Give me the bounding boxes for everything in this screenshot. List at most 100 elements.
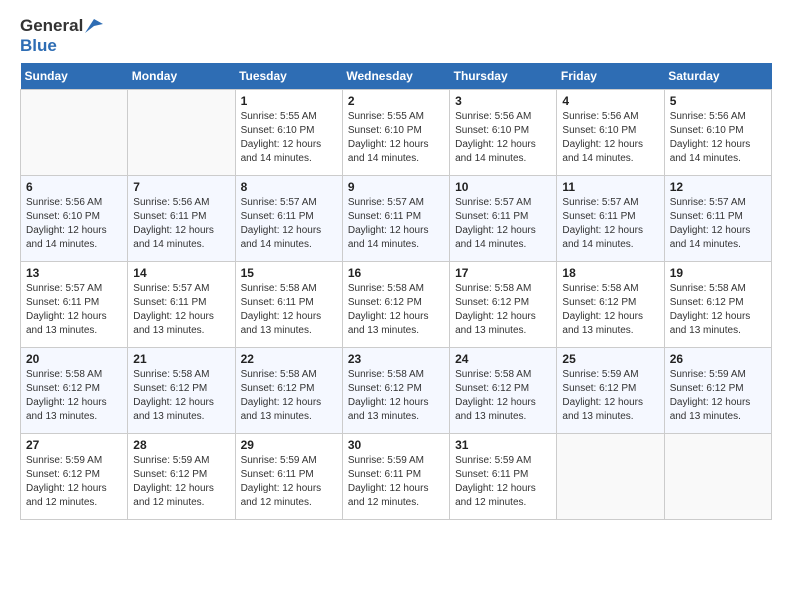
week-row-5: 27 Sunrise: 5:59 AMSunset: 6:12 PMDayligh… — [21, 434, 772, 520]
day-number: 14 — [133, 266, 229, 280]
day-cell-13: 13 Sunrise: 5:57 AMSunset: 6:11 PMDayligh… — [21, 262, 128, 348]
day-cell-1: 1Sunrise: 5:55 AMSunset: 6:10 PMDaylight… — [235, 90, 342, 176]
day-info: Sunrise: 5:58 AMSunset: 6:12 PMDaylight:… — [348, 282, 444, 338]
day-info: Sunrise: 5:57 AMSunset: 6:11 PMDaylight:… — [670, 196, 766, 252]
day-cell-30: 30 Sunrise: 5:59 AMSunset: 6:11 PMDayligh… — [342, 434, 449, 520]
header: General Blue — [20, 16, 772, 55]
day-cell-14: 14 Sunrise: 5:57 AMSunset: 6:11 PMDayligh… — [128, 262, 235, 348]
day-info: Sunrise: 5:58 AMSunset: 6:12 PMDaylight:… — [133, 368, 229, 424]
day-number: 31 — [455, 438, 551, 452]
day-info: Sunrise: 5:57 AMSunset: 6:11 PMDaylight:… — [26, 282, 122, 338]
day-info: Sunrise: 5:59 AMSunset: 6:11 PMDaylight:… — [241, 454, 337, 510]
day-cell-15: 15Sunrise: 5:58 AMSunset: 6:11 PMDayligh… — [235, 262, 342, 348]
day-cell-9: 9 Sunrise: 5:57 AMSunset: 6:11 PMDaylight… — [342, 176, 449, 262]
weekday-header-friday: Friday — [557, 63, 664, 90]
day-info: Sunrise: 5:59 AMSunset: 6:11 PMDaylight:… — [348, 454, 444, 510]
day-number: 7 — [133, 180, 229, 194]
day-cell-18: 18 Sunrise: 5:58 AMSunset: 6:12 PMDayligh… — [557, 262, 664, 348]
day-cell-2: 2 Sunrise: 5:55 AMSunset: 6:10 PMDaylight… — [342, 90, 449, 176]
day-info: Sunrise: 5:58 AMSunset: 6:12 PMDaylight:… — [455, 368, 551, 424]
day-number: 15 — [241, 266, 337, 280]
day-number: 13 — [26, 266, 122, 280]
day-number: 30 — [348, 438, 444, 452]
day-number: 28 — [133, 438, 229, 452]
day-number: 27 — [26, 438, 122, 452]
day-number: 26 — [670, 352, 766, 366]
empty-cell — [128, 90, 235, 176]
day-number: 17 — [455, 266, 551, 280]
weekday-header-saturday: Saturday — [664, 63, 771, 90]
day-cell-7: 7 Sunrise: 5:56 AMSunset: 6:11 PMDaylight… — [128, 176, 235, 262]
logo: General Blue — [20, 16, 103, 55]
week-row-3: 13 Sunrise: 5:57 AMSunset: 6:11 PMDayligh… — [21, 262, 772, 348]
week-row-4: 20 Sunrise: 5:58 AMSunset: 6:12 PMDayligh… — [21, 348, 772, 434]
day-number: 19 — [670, 266, 766, 280]
week-row-2: 6Sunrise: 5:56 AMSunset: 6:10 PMDaylight… — [21, 176, 772, 262]
day-info: Sunrise: 5:57 AMSunset: 6:11 PMDaylight:… — [455, 196, 551, 252]
weekday-header-monday: Monday — [128, 63, 235, 90]
day-cell-5: 5 Sunrise: 5:56 AMSunset: 6:10 PMDaylight… — [664, 90, 771, 176]
day-cell-24: 24Sunrise: 5:58 AMSunset: 6:12 PMDayligh… — [450, 348, 557, 434]
day-info: Sunrise: 5:58 AMSunset: 6:12 PMDaylight:… — [455, 282, 551, 338]
day-cell-6: 6Sunrise: 5:56 AMSunset: 6:10 PMDaylight… — [21, 176, 128, 262]
day-info: Sunrise: 5:56 AMSunset: 6:11 PMDaylight:… — [133, 196, 229, 252]
logo-blue: Blue — [20, 36, 103, 56]
day-cell-31: 31 Sunrise: 5:59 AMSunset: 6:11 PMDayligh… — [450, 434, 557, 520]
day-number: 4 — [562, 94, 658, 108]
empty-cell — [664, 434, 771, 520]
day-info: Sunrise: 5:59 AMSunset: 6:11 PMDaylight:… — [455, 454, 551, 510]
day-cell-19: 19 Sunrise: 5:58 AMSunset: 6:12 PMDayligh… — [664, 262, 771, 348]
day-info: Sunrise: 5:58 AMSunset: 6:12 PMDaylight:… — [348, 368, 444, 424]
day-number: 25 — [562, 352, 658, 366]
empty-cell — [557, 434, 664, 520]
calendar-table: SundayMondayTuesdayWednesdayThursdayFrid… — [20, 63, 772, 520]
day-info: Sunrise: 5:58 AMSunset: 6:12 PMDaylight:… — [241, 368, 337, 424]
day-number: 10 — [455, 180, 551, 194]
day-info: Sunrise: 5:59 AMSunset: 6:12 PMDaylight:… — [133, 454, 229, 510]
page: General Blue SundayMondayTuesdayWednesda… — [0, 0, 792, 612]
day-number: 3 — [455, 94, 551, 108]
day-cell-17: 17 Sunrise: 5:58 AMSunset: 6:12 PMDayligh… — [450, 262, 557, 348]
day-cell-23: 23Sunrise: 5:58 AMSunset: 6:12 PMDayligh… — [342, 348, 449, 434]
day-cell-3: 3 Sunrise: 5:56 AMSunset: 6:10 PMDaylight… — [450, 90, 557, 176]
day-info: Sunrise: 5:56 AMSunset: 6:10 PMDaylight:… — [455, 110, 551, 166]
day-info: Sunrise: 5:57 AMSunset: 6:11 PMDaylight:… — [348, 196, 444, 252]
day-cell-16: 16 Sunrise: 5:58 AMSunset: 6:12 PMDayligh… — [342, 262, 449, 348]
day-number: 16 — [348, 266, 444, 280]
weekday-header-thursday: Thursday — [450, 63, 557, 90]
day-cell-8: 8Sunrise: 5:57 AMSunset: 6:11 PMDaylight… — [235, 176, 342, 262]
day-number: 1 — [241, 94, 337, 108]
day-cell-29: 29 Sunrise: 5:59 AMSunset: 6:11 PMDayligh… — [235, 434, 342, 520]
day-info: Sunrise: 5:58 AMSunset: 6:12 PMDaylight:… — [562, 282, 658, 338]
day-number: 18 — [562, 266, 658, 280]
day-cell-28: 28 Sunrise: 5:59 AMSunset: 6:12 PMDayligh… — [128, 434, 235, 520]
day-cell-25: 25 Sunrise: 5:59 AMSunset: 6:12 PMDayligh… — [557, 348, 664, 434]
day-info: Sunrise: 5:58 AMSunset: 6:12 PMDaylight:… — [26, 368, 122, 424]
day-cell-4: 4 Sunrise: 5:56 AMSunset: 6:10 PMDaylight… — [557, 90, 664, 176]
day-number: 20 — [26, 352, 122, 366]
day-number: 29 — [241, 438, 337, 452]
day-number: 9 — [348, 180, 444, 194]
day-number: 2 — [348, 94, 444, 108]
day-info: Sunrise: 5:56 AMSunset: 6:10 PMDaylight:… — [670, 110, 766, 166]
day-cell-11: 11Sunrise: 5:57 AMSunset: 6:11 PMDayligh… — [557, 176, 664, 262]
day-info: Sunrise: 5:58 AMSunset: 6:12 PMDaylight:… — [670, 282, 766, 338]
day-cell-22: 22 Sunrise: 5:58 AMSunset: 6:12 PMDayligh… — [235, 348, 342, 434]
day-info: Sunrise: 5:55 AMSunset: 6:10 PMDaylight:… — [348, 110, 444, 166]
day-info: Sunrise: 5:56 AMSunset: 6:10 PMDaylight:… — [562, 110, 658, 166]
day-info: Sunrise: 5:56 AMSunset: 6:10 PMDaylight:… — [26, 196, 122, 252]
day-cell-10: 10 Sunrise: 5:57 AMSunset: 6:11 PMDayligh… — [450, 176, 557, 262]
day-number: 12 — [670, 180, 766, 194]
weekday-header-sunday: Sunday — [21, 63, 128, 90]
empty-cell — [21, 90, 128, 176]
day-number: 5 — [670, 94, 766, 108]
day-cell-26: 26Sunrise: 5:59 AMSunset: 6:12 PMDayligh… — [664, 348, 771, 434]
logo-general: General — [20, 16, 83, 36]
day-cell-20: 20 Sunrise: 5:58 AMSunset: 6:12 PMDayligh… — [21, 348, 128, 434]
day-number: 11 — [562, 180, 658, 194]
day-info: Sunrise: 5:59 AMSunset: 6:12 PMDaylight:… — [562, 368, 658, 424]
day-info: Sunrise: 5:59 AMSunset: 6:12 PMDaylight:… — [26, 454, 122, 510]
day-cell-12: 12 Sunrise: 5:57 AMSunset: 6:11 PMDayligh… — [664, 176, 771, 262]
day-number: 22 — [241, 352, 337, 366]
day-info: Sunrise: 5:57 AMSunset: 6:11 PMDaylight:… — [133, 282, 229, 338]
